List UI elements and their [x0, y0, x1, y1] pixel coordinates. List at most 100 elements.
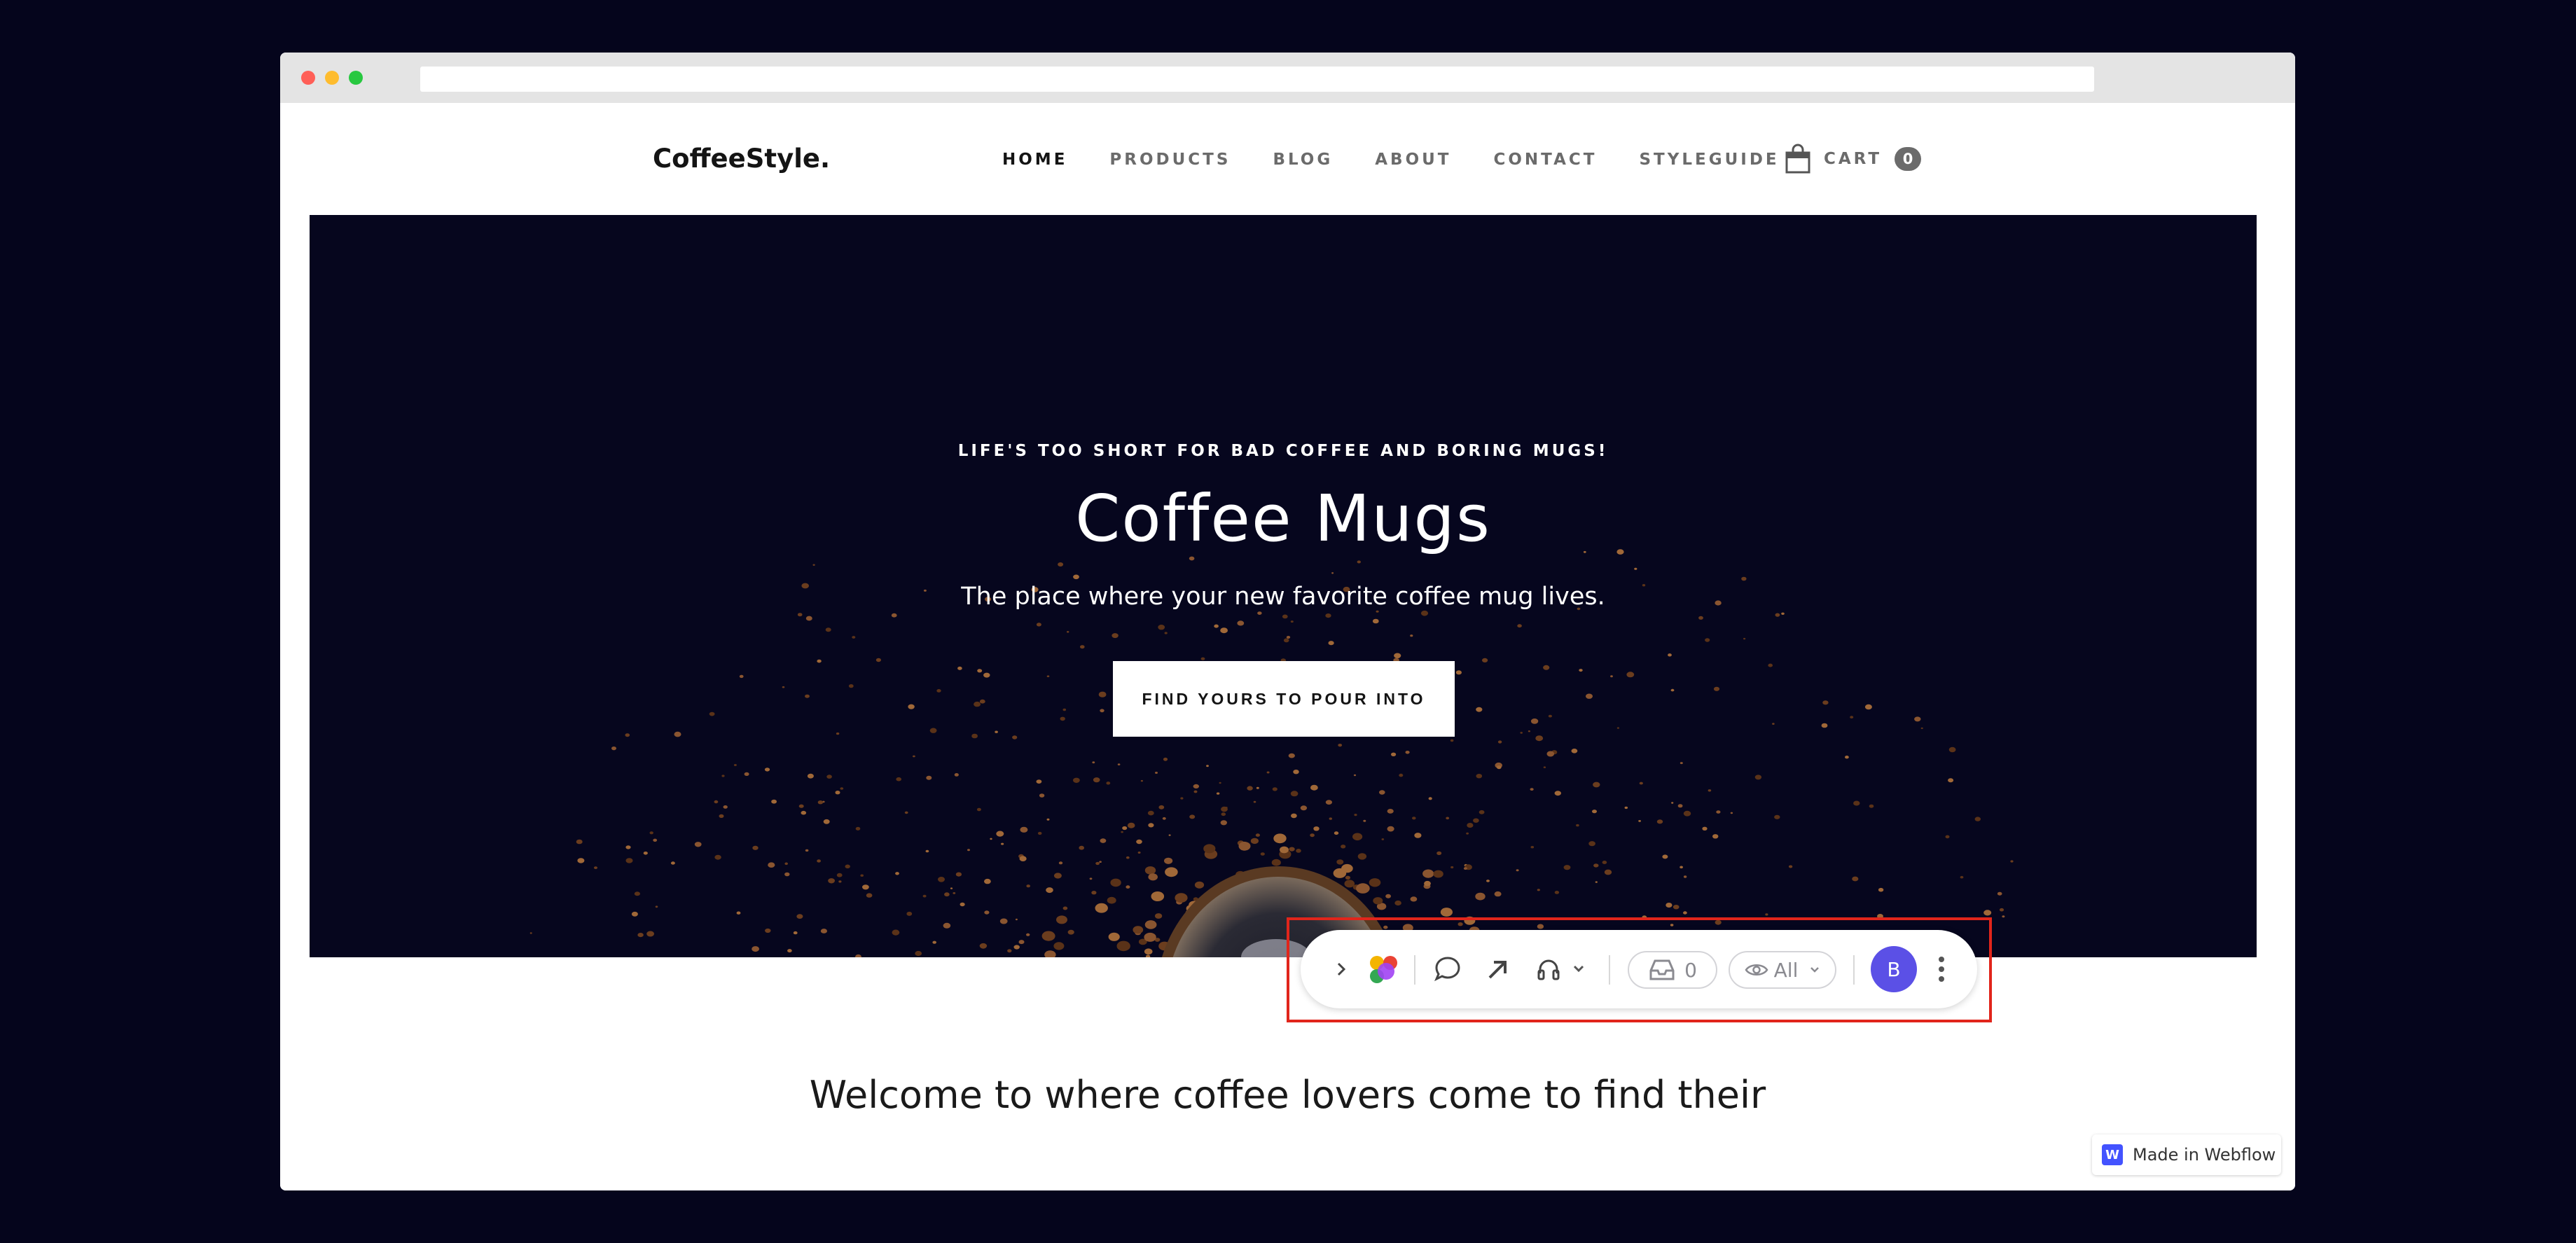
nav-link-contact[interactable]: CONTACT	[1494, 151, 1598, 169]
inbox-count: 0	[1684, 958, 1697, 982]
coffee-ground	[625, 845, 631, 849]
app-logo-icon[interactable]	[1366, 953, 1401, 985]
coffee-ground	[932, 940, 936, 944]
brand-logo[interactable]: CoffeeStyle.	[653, 144, 830, 174]
coffee-ground	[1291, 813, 1297, 819]
coffee-ground	[1100, 838, 1107, 843]
coffee-ground	[895, 872, 899, 875]
coffee-ground	[1144, 920, 1157, 929]
coffee-ground	[1394, 653, 1401, 659]
coffee-ground	[955, 872, 962, 877]
coffee-ground	[1126, 885, 1130, 889]
nav-links: HOME PRODUCTS BLOG ABOUT CONTACT STYLEGU…	[1002, 151, 1822, 169]
coffee-ground	[723, 805, 728, 809]
coffee-ground	[1588, 841, 1595, 847]
headset-icon[interactable]	[1532, 952, 1565, 986]
coffee-ground	[1450, 866, 1454, 869]
coffee-ground	[1494, 891, 1502, 897]
coffee-ground	[1656, 819, 1663, 824]
coffee-ground	[1163, 757, 1168, 761]
coffee-ground	[1576, 824, 1579, 827]
coffee-ground	[957, 666, 962, 670]
cart-button[interactable]: CART 0	[1785, 144, 1922, 174]
coffee-ground	[1671, 802, 1674, 804]
coffee-ground	[744, 772, 749, 776]
coffee-ground	[835, 791, 840, 795]
coffee-ground	[1200, 657, 1205, 660]
coffee-ground	[1290, 791, 1299, 797]
coffee-ground	[752, 845, 759, 850]
coffee-ground	[1193, 784, 1200, 789]
nav-link-about[interactable]: ABOUT	[1375, 151, 1451, 169]
nav-link-styleguide[interactable]: STYLEGUIDE	[1639, 151, 1779, 169]
coffee-ground	[1037, 831, 1042, 835]
comment-icon[interactable]	[1431, 952, 1464, 986]
coffee-ground	[1053, 942, 1065, 950]
coffee-ground	[950, 887, 953, 889]
coffee-ground	[1338, 744, 1343, 747]
coffee-ground	[1850, 716, 1854, 718]
coffee-ground	[825, 627, 831, 632]
coffee-ground	[637, 933, 644, 938]
find-yours-button[interactable]: FIND YOURS TO POUR INTO	[1113, 661, 1455, 737]
coffee-ground	[896, 777, 901, 782]
coffee-ground	[820, 929, 827, 933]
coffee-ground	[611, 747, 616, 751]
coffee-ground	[1039, 793, 1045, 798]
coffee-ground	[1112, 633, 1119, 639]
coffee-ground	[1121, 831, 1123, 833]
inbox-icon	[1649, 959, 1675, 980]
coffee-ground	[1144, 948, 1153, 955]
coffee-ground	[1216, 792, 1220, 795]
coffee-ground	[1405, 751, 1410, 754]
coffee-ground	[1256, 786, 1259, 789]
address-bar[interactable]	[420, 67, 2094, 92]
nav-link-products[interactable]: PRODUCTS	[1109, 151, 1231, 169]
coffee-ground	[875, 658, 881, 662]
arrow-up-right-icon[interactable]	[1481, 952, 1515, 986]
coffee-ground	[1673, 905, 1680, 910]
visibility-dropdown[interactable]: All	[1729, 951, 1836, 989]
coffee-ground	[1344, 880, 1355, 888]
coffee-ground	[855, 826, 861, 831]
chevron-right-icon[interactable]	[1329, 957, 1354, 982]
coffee-ground	[1140, 779, 1143, 782]
coffee-ground	[922, 894, 927, 898]
coffee-ground	[594, 866, 597, 869]
coffee-ground	[1475, 892, 1486, 901]
coffee-ground	[1147, 810, 1154, 816]
coffee-ground	[1095, 861, 1100, 866]
maximize-window-button[interactable]	[349, 71, 363, 85]
coffee-ground	[1158, 805, 1165, 810]
made-in-webflow-badge[interactable]: W Made in Webflow	[2092, 1134, 2281, 1175]
hero-subtitle: The place where your new favorite coffee…	[961, 583, 1605, 611]
coffee-ground	[807, 773, 814, 779]
coffee-ground	[1219, 782, 1221, 784]
coffee-ground	[1639, 782, 1643, 785]
coffee-ground	[1289, 847, 1295, 852]
browser-chrome	[280, 53, 2295, 103]
inbox-button[interactable]: 0	[1628, 951, 1717, 989]
more-vertical-icon[interactable]	[1931, 951, 1952, 987]
coffee-ground	[1420, 610, 1429, 616]
hero-title: Coffee Mugs	[1075, 481, 1491, 556]
close-window-button[interactable]	[301, 71, 315, 85]
coffee-ground	[1708, 789, 1712, 792]
coffee-ground	[1517, 624, 1522, 628]
minimize-window-button[interactable]	[325, 71, 339, 85]
coffee-ground	[1677, 804, 1683, 808]
coffee-ground	[1053, 873, 1062, 879]
user-avatar[interactable]: B	[1871, 946, 1917, 992]
coffee-ground	[1662, 854, 1668, 859]
coffee-ground	[1313, 826, 1320, 831]
coffee-ground	[1428, 797, 1432, 800]
coffee-ground	[1354, 814, 1357, 817]
coffee-ground	[1741, 576, 1747, 581]
coffee-ground	[1422, 869, 1434, 878]
nav-link-blog[interactable]: BLOG	[1273, 151, 1333, 169]
nav-link-home[interactable]: HOME	[1002, 151, 1067, 169]
chevron-down-icon[interactable]	[1570, 959, 1588, 978]
coffee-ground	[1247, 786, 1253, 791]
coffee-ground	[1467, 823, 1474, 828]
coffee-ground	[1041, 931, 1055, 941]
